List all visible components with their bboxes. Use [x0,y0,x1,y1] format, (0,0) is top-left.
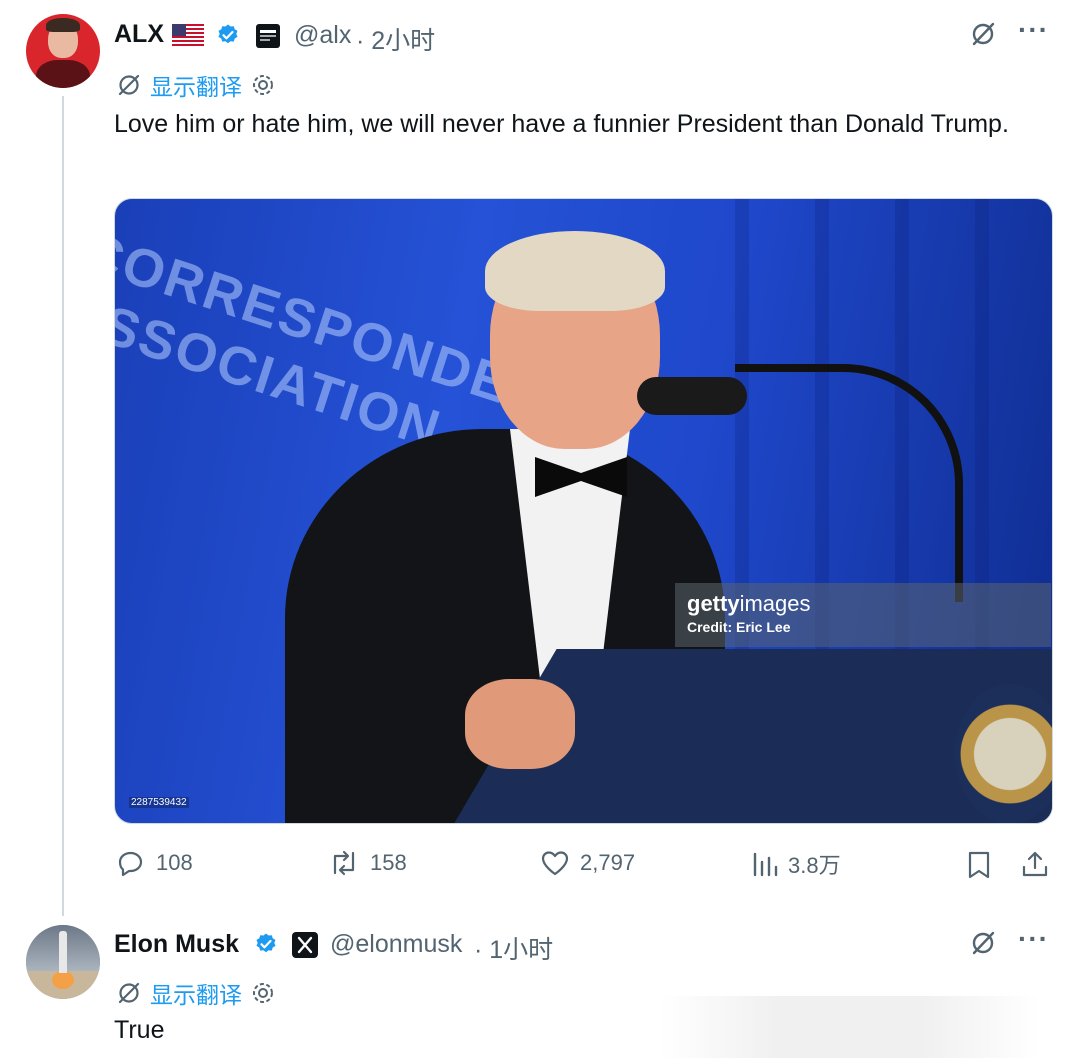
repost-button[interactable]: 158 [328,848,407,878]
getty-watermark: gettyimages Credit: Eric Lee [675,583,1051,647]
x-logo-icon[interactable] [292,932,318,958]
reply-count: 108 [156,850,193,875]
photo-id: 2287539432 [129,797,189,808]
views-icon [753,852,778,877]
repost-count: 158 [370,850,407,875]
us-flag-icon [172,24,204,46]
grok-icon[interactable] [970,930,996,956]
like-count: 2,797 [580,850,636,875]
photo-credit: Credit: Eric Lee [687,619,791,635]
translate-row: 显示翻译 [116,976,276,1010]
gear-icon[interactable] [250,980,276,1006]
show-translation-link[interactable]: 显示翻译 [150,976,242,1010]
like-icon [541,851,569,876]
like-button[interactable]: 2,797 [540,848,635,878]
thread-line [62,96,64,916]
translate-icon [118,74,140,96]
repost-icon [333,850,355,876]
view-count: 3.8万 [788,853,841,878]
show-translation-link[interactable]: 显示翻译 [150,68,242,102]
author-handle[interactable]: @alx [294,21,351,50]
tweet-text: True [114,1016,165,1044]
watermark-overlay [660,996,1040,1058]
tweet-photo[interactable]: CORRESPONDENTS ASSOCIATION gettyimages C… [114,198,1053,824]
alx-avatar[interactable] [26,14,100,88]
verified-check-icon[interactable] [216,23,240,47]
post-time[interactable]: · 2小时 [356,21,435,57]
translate-icon [118,982,140,1004]
more-icon[interactable]: ··· [1018,925,1049,953]
bookmark-icon[interactable] [966,850,992,880]
affiliate-badge-icon[interactable] [256,24,280,48]
share-icon[interactable] [1020,849,1050,879]
verified-check-icon[interactable] [254,932,278,956]
author-handle[interactable]: @elonmusk [330,930,462,959]
tweet-text: Love him or hate him, we will never have… [114,110,1009,138]
gear-icon[interactable] [250,72,276,98]
author-name[interactable]: Elon Musk [114,930,239,959]
elon-avatar[interactable] [26,925,100,999]
reply-button[interactable]: 108 [116,848,193,878]
post-time[interactable]: · 1小时 [474,930,553,966]
translate-row: 显示翻译 [116,68,276,102]
grok-icon[interactable] [970,21,996,47]
author-name[interactable]: ALX [114,20,164,49]
views-button[interactable]: 3.8万 [752,848,841,880]
reply-icon [118,851,143,877]
more-icon[interactable]: ··· [1018,16,1049,44]
